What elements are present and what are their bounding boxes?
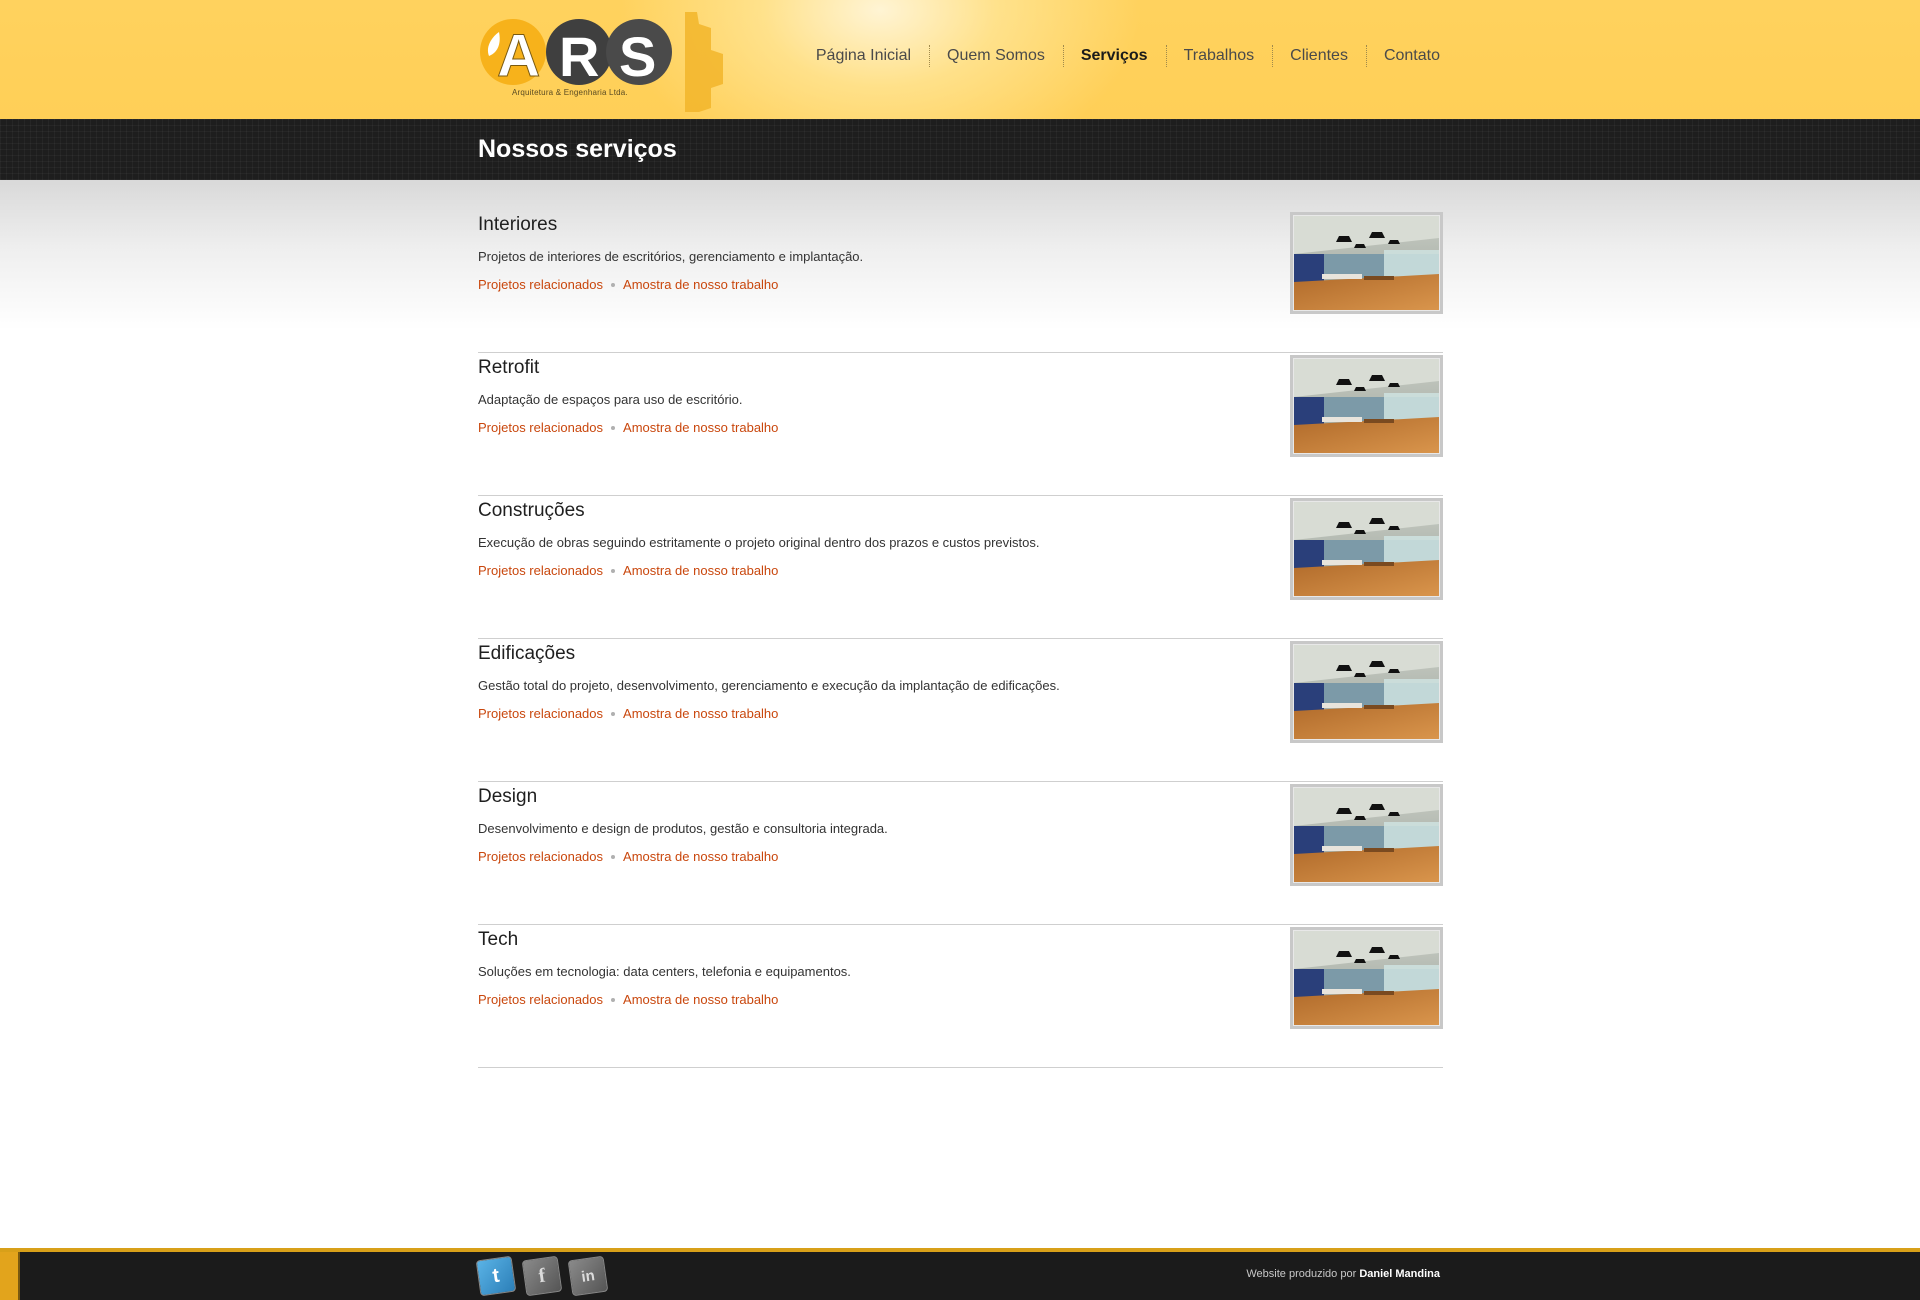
service-item: Retrofit Adaptação de espaços para uso d… bbox=[478, 353, 1443, 496]
work-sample-link[interactable]: Amostra de nosso trabalho bbox=[623, 849, 778, 864]
service-title: Construções bbox=[478, 500, 585, 521]
svg-text:A: A bbox=[497, 22, 540, 89]
office-interior-image bbox=[1294, 931, 1439, 1025]
service-thumbnail[interactable] bbox=[1290, 927, 1443, 1029]
credit-prefix: Website produzido por bbox=[1246, 1268, 1357, 1280]
work-sample-link[interactable]: Amostra de nosso trabalho bbox=[623, 420, 778, 435]
nav-item-contato[interactable]: Contato bbox=[1365, 43, 1440, 69]
nav-item-servicos[interactable]: Serviços bbox=[1062, 43, 1166, 69]
office-interior-image bbox=[1294, 788, 1439, 882]
office-interior-image bbox=[1294, 359, 1439, 453]
service-links: Projetos relacionados Amostra de nosso t… bbox=[478, 849, 778, 864]
service-description: Soluções em tecnologia: data centers, te… bbox=[478, 964, 851, 979]
main-nav: Página Inicial Quem Somos Serviços Traba… bbox=[798, 43, 1440, 69]
credit-name-link[interactable]: Daniel Mandina bbox=[1359, 1268, 1440, 1280]
service-links: Projetos relacionados Amostra de nosso t… bbox=[478, 563, 778, 578]
work-sample-link[interactable]: Amostra de nosso trabalho bbox=[623, 992, 778, 1007]
work-sample-link[interactable]: Amostra de nosso trabalho bbox=[623, 706, 778, 721]
nav-item-clientes[interactable]: Clientes bbox=[1272, 43, 1366, 69]
main-content: Interiores Projetos de interiores de esc… bbox=[0, 180, 1920, 1248]
footer-accent-bar bbox=[0, 1252, 20, 1300]
twitter-icon[interactable]: t bbox=[475, 1255, 517, 1297]
svg-text:R: R bbox=[559, 25, 599, 88]
svg-text:S: S bbox=[619, 25, 656, 88]
office-interior-image bbox=[1294, 502, 1439, 596]
logo-tagline: Arquitetura & Engenharia Ltda. bbox=[512, 88, 628, 97]
service-links: Projetos relacionados Amostra de nosso t… bbox=[478, 706, 778, 721]
service-title: Interiores bbox=[478, 214, 558, 235]
linkedin-icon[interactable]: in bbox=[567, 1255, 609, 1297]
logo[interactable]: A R S Arquitetura & Engenharia Ltda. bbox=[475, 12, 725, 119]
bullet-separator bbox=[611, 997, 616, 1002]
service-links: Projetos relacionados Amostra de nosso t… bbox=[478, 420, 778, 435]
service-description: Execução de obras seguindo estritamente … bbox=[478, 535, 1040, 550]
ars-logo-icon: A R S bbox=[480, 12, 723, 112]
service-item: Edificações Gestão total do projeto, des… bbox=[478, 639, 1443, 782]
nav-item-pagina-inicial[interactable]: Página Inicial bbox=[798, 43, 929, 69]
service-title: Tech bbox=[478, 929, 519, 950]
bullet-separator bbox=[611, 854, 616, 859]
office-interior-image bbox=[1294, 645, 1439, 739]
related-projects-link[interactable]: Projetos relacionados bbox=[478, 277, 603, 292]
service-item: Tech Soluções em tecnologia: data center… bbox=[478, 925, 1443, 1068]
site-footer: t f in Website produzido por Daniel Mand… bbox=[0, 1248, 1920, 1300]
service-description: Projetos de interiores de escritórios, g… bbox=[478, 249, 864, 264]
nav-item-quem-somos[interactable]: Quem Somos bbox=[929, 43, 1063, 69]
work-sample-link[interactable]: Amostra de nosso trabalho bbox=[623, 563, 778, 578]
page-title: Nossos serviços bbox=[478, 135, 677, 163]
related-projects-link[interactable]: Projetos relacionados bbox=[478, 992, 603, 1007]
related-projects-link[interactable]: Projetos relacionados bbox=[478, 849, 603, 864]
facebook-icon[interactable]: f bbox=[521, 1255, 563, 1297]
service-thumbnail[interactable] bbox=[1290, 498, 1443, 600]
service-title: Retrofit bbox=[478, 357, 540, 378]
related-projects-link[interactable]: Projetos relacionados bbox=[478, 420, 603, 435]
service-links: Projetos relacionados Amostra de nosso t… bbox=[478, 992, 778, 1007]
service-item: Design Desenvolvimento e design de produ… bbox=[478, 782, 1443, 925]
related-projects-link[interactable]: Projetos relacionados bbox=[478, 706, 603, 721]
bullet-separator bbox=[611, 568, 616, 573]
page-title-bar: Nossos serviços bbox=[0, 119, 1920, 180]
work-sample-link[interactable]: Amostra de nosso trabalho bbox=[623, 277, 778, 292]
service-description: Desenvolvimento e design de produtos, ge… bbox=[478, 821, 888, 836]
social-links: t f in bbox=[475, 1255, 609, 1297]
service-thumbnail[interactable] bbox=[1290, 784, 1443, 886]
service-item: Interiores Projetos de interiores de esc… bbox=[478, 210, 1443, 353]
office-interior-image bbox=[1294, 216, 1439, 310]
service-thumbnail[interactable] bbox=[1290, 355, 1443, 457]
bullet-separator bbox=[611, 425, 616, 430]
nav-item-trabalhos[interactable]: Trabalhos bbox=[1165, 43, 1273, 69]
related-projects-link[interactable]: Projetos relacionados bbox=[478, 563, 603, 578]
service-title: Design bbox=[478, 786, 538, 807]
service-thumbnail[interactable] bbox=[1290, 641, 1443, 743]
footer-credit: Website produzido por Daniel Mandina bbox=[1246, 1268, 1440, 1280]
site-header: A R S Arquitetura & Engenharia Ltda. Pág… bbox=[0, 0, 1920, 119]
service-thumbnail[interactable] bbox=[1290, 212, 1443, 314]
bullet-separator bbox=[611, 711, 616, 716]
service-title: Edificações bbox=[478, 643, 576, 664]
service-description: Gestão total do projeto, desenvolvimento… bbox=[478, 678, 1060, 693]
service-description: Adaptação de espaços para uso de escritó… bbox=[478, 392, 743, 407]
service-links: Projetos relacionados Amostra de nosso t… bbox=[478, 277, 778, 292]
bullet-separator bbox=[611, 282, 616, 287]
service-item: Construções Execução de obras seguindo e… bbox=[478, 496, 1443, 639]
